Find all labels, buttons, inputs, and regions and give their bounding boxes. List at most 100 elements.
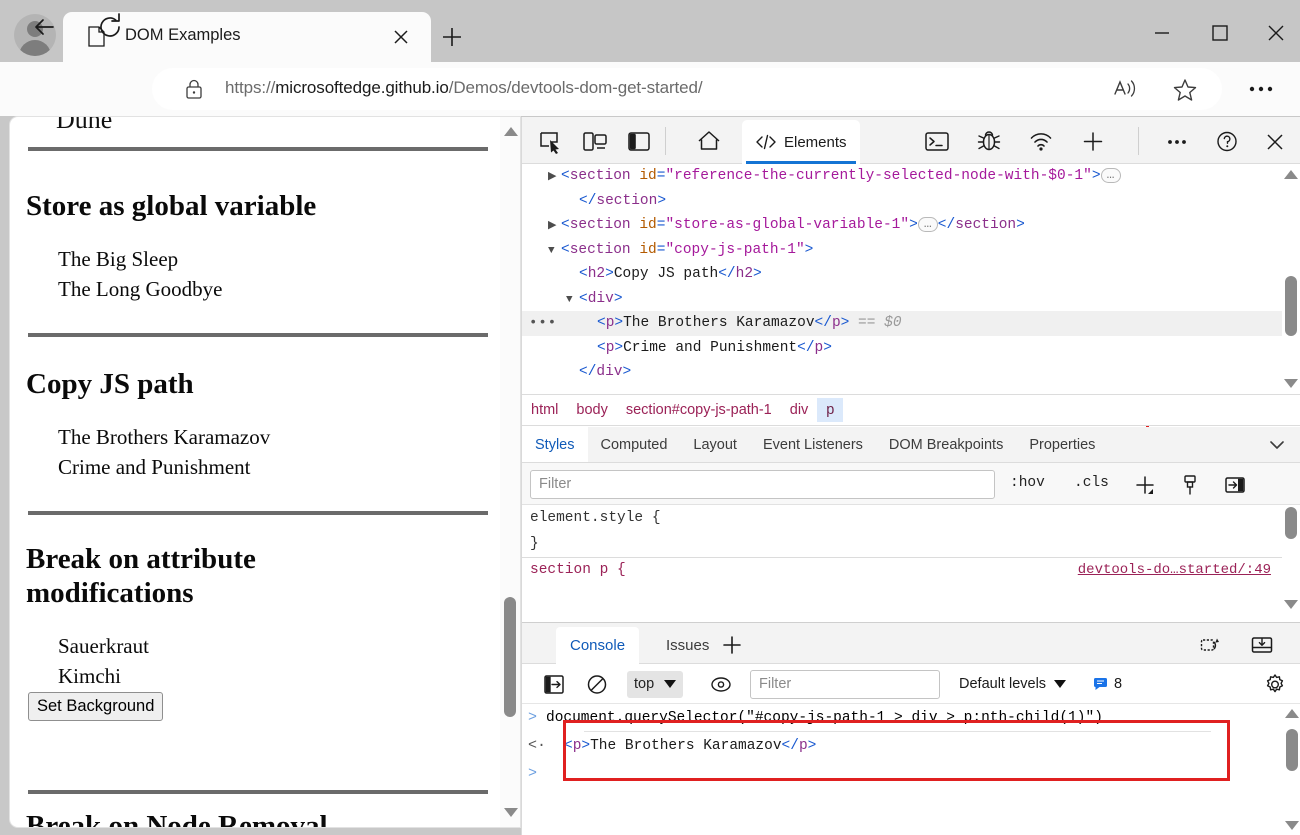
twisty-expanded-icon[interactable]: ▼ [548,239,561,264]
reload-icon[interactable] [91,8,129,46]
console-scrollbar[interactable] [1283,704,1300,835]
sidebar-toggle-icon[interactable] [542,673,568,696]
scroll-up-arrow-icon[interactable] [1284,170,1298,179]
scrollbar-thumb[interactable] [1286,729,1298,771]
window-close-icon[interactable] [1256,16,1296,50]
device-emulation-icon[interactable] [580,127,610,155]
breadcrumb-item-p[interactable]: p [817,398,843,422]
sidebar-tab-styles[interactable]: Styles [522,427,588,462]
dom-node-row[interactable]: </div> [522,360,1300,385]
bug-icon[interactable] [974,127,1004,155]
node-badge-icon[interactable]: ••• [529,311,557,336]
expand-ellipsis-icon[interactable]: … [1101,168,1121,183]
dom-node-row[interactable]: </section> [522,189,1300,214]
home-icon[interactable] [694,127,724,155]
add-style-rule-icon[interactable] [1132,473,1158,497]
console-drawer: Console Issues [522,622,1300,835]
dom-node-row[interactable]: ▼<section id="copy-js-path-1"> [522,238,1300,263]
maximize-icon[interactable] [1200,16,1240,50]
console-prompt-row[interactable]: > [522,760,1300,788]
styles-filter-input[interactable]: Filter [530,470,995,499]
expand-ellipsis-icon[interactable]: … [918,217,938,232]
sidebar-tab-computed[interactable]: Computed [588,427,681,462]
breadcrumb-item-div[interactable]: div [781,398,818,422]
dom-tree[interactable]: ▶<section id="reference-the-currently-se… [522,164,1300,394]
sidebar-tab-dom-breakpoints[interactable]: DOM Breakpoints [876,427,1016,462]
dom-node-row[interactable]: ▶<section id="reference-the-currently-se… [522,164,1300,189]
address-bar[interactable]: https://microsoftedge.github.io/Demos/de… [152,68,1222,110]
browser-menu-icon[interactable] [1246,78,1276,100]
tab-console[interactable]: Console [556,627,639,664]
style-rule-line[interactable]: section p {devtools-do…started/:49 [522,557,1300,583]
style-rule-line[interactable]: element.style { [522,505,1300,531]
hover-state-button[interactable]: :hov [1010,475,1045,491]
network-icon[interactable] [1026,127,1056,155]
scroll-down-arrow-icon[interactable] [1284,379,1298,388]
styles-sidebar-tabs[interactable]: StylesComputedLayoutEvent ListenersDOM B… [522,427,1300,463]
scroll-down-arrow-icon[interactable] [1285,821,1299,830]
console-settings-icon[interactable] [1198,633,1224,657]
styles-scrollbar[interactable] [1282,505,1300,622]
dom-node-row[interactable]: •••<p>The Brothers Karamazov</p> == $0 [522,311,1300,336]
console-output-row[interactable]: <·<p>The Brothers Karamazov</p> [522,732,1300,760]
twisty-expanded-icon[interactable]: ▼ [566,288,579,313]
scrollbar-thumb[interactable] [1285,507,1297,539]
console-input-row[interactable]: >document.querySelector("#copy-js-path-1… [522,704,1300,732]
console-filter-input[interactable]: Filter [750,670,940,699]
styles-rules-pane[interactable]: element.style {}section p {devtools-do…s… [522,505,1300,622]
breadcrumb-item-body[interactable]: body [567,398,616,422]
scroll-down-arrow-icon[interactable] [504,808,518,817]
console-output[interactable]: >document.querySelector("#copy-js-path-1… [522,704,1300,835]
dom-node-row[interactable]: ▼<div> [522,287,1300,312]
scroll-up-arrow-icon[interactable] [1285,709,1299,718]
dom-node-row[interactable]: <h2>Copy JS path</h2> [522,262,1300,287]
close-icon[interactable] [389,25,413,49]
close-devtools-icon[interactable] [1260,127,1290,155]
inspect-element-icon[interactable] [536,127,566,155]
dom-node-row[interactable]: ▶<section id="store-as-global-variable-1… [522,213,1300,238]
code-token-tag: < [579,266,588,282]
dom-node-row[interactable]: <p>Crime and Punishment</p> [522,336,1300,361]
breadcrumb[interactable]: htmlbodysection#copy-js-path-1divp [522,394,1300,426]
style-source-link[interactable]: devtools-do…started/:49 [1078,557,1271,583]
tab-elements[interactable]: Elements [742,120,860,164]
tab-issues[interactable]: Issues [652,627,723,664]
console-levels-selector[interactable]: Default levels [959,676,1066,692]
dock-bottom-icon[interactable] [1249,633,1275,657]
sidebar-tab-event-listeners[interactable]: Event Listeners [750,427,876,462]
live-expression-icon[interactable] [708,673,734,696]
breadcrumb-item-section-copy-js-path-1[interactable]: section#copy-js-path-1 [617,398,781,422]
minimize-icon[interactable] [1142,16,1182,50]
more-options-icon[interactable] [1162,127,1192,155]
settings-gear-icon[interactable] [1262,673,1288,696]
sidebar-tab-properties[interactable]: Properties [1016,427,1108,462]
set-background-button[interactable]: Set Background [28,692,163,721]
scrollbar-thumb[interactable] [504,597,516,717]
twisty-collapsed-icon[interactable]: ▶ [548,165,561,190]
color-picker-icon[interactable] [1177,473,1203,497]
new-tab-icon[interactable] [437,22,467,52]
breadcrumb-item-html[interactable]: html [522,398,567,422]
help-icon[interactable] [1212,127,1242,155]
scroll-up-arrow-icon[interactable] [504,127,518,136]
execution-context-selector[interactable]: top [627,671,683,698]
computed-sidebar-icon[interactable] [1222,473,1248,497]
read-aloud-icon[interactable] [1108,74,1142,104]
add-drawer-tab-icon[interactable] [720,634,744,656]
style-rule-line[interactable]: } [522,531,1300,557]
chevron-down-icon[interactable] [1268,437,1286,453]
sidebar-tab-layout[interactable]: Layout [680,427,750,462]
section-heading: Copy JS path [26,367,486,401]
console-icon[interactable] [922,127,952,155]
favorite-star-icon[interactable] [1168,74,1202,104]
scrollbar-thumb[interactable] [1285,276,1297,336]
page-scrollbar[interactable] [500,117,520,827]
back-icon[interactable] [26,8,64,46]
class-editor-button[interactable]: .cls [1074,475,1109,491]
dom-tree-scrollbar[interactable] [1282,164,1300,394]
dock-side-icon[interactable] [624,127,654,155]
clear-console-icon[interactable] [584,673,610,696]
plus-icon[interactable] [1078,127,1108,155]
scroll-down-arrow-icon[interactable] [1284,600,1298,609]
twisty-collapsed-icon[interactable]: ▶ [548,214,561,239]
